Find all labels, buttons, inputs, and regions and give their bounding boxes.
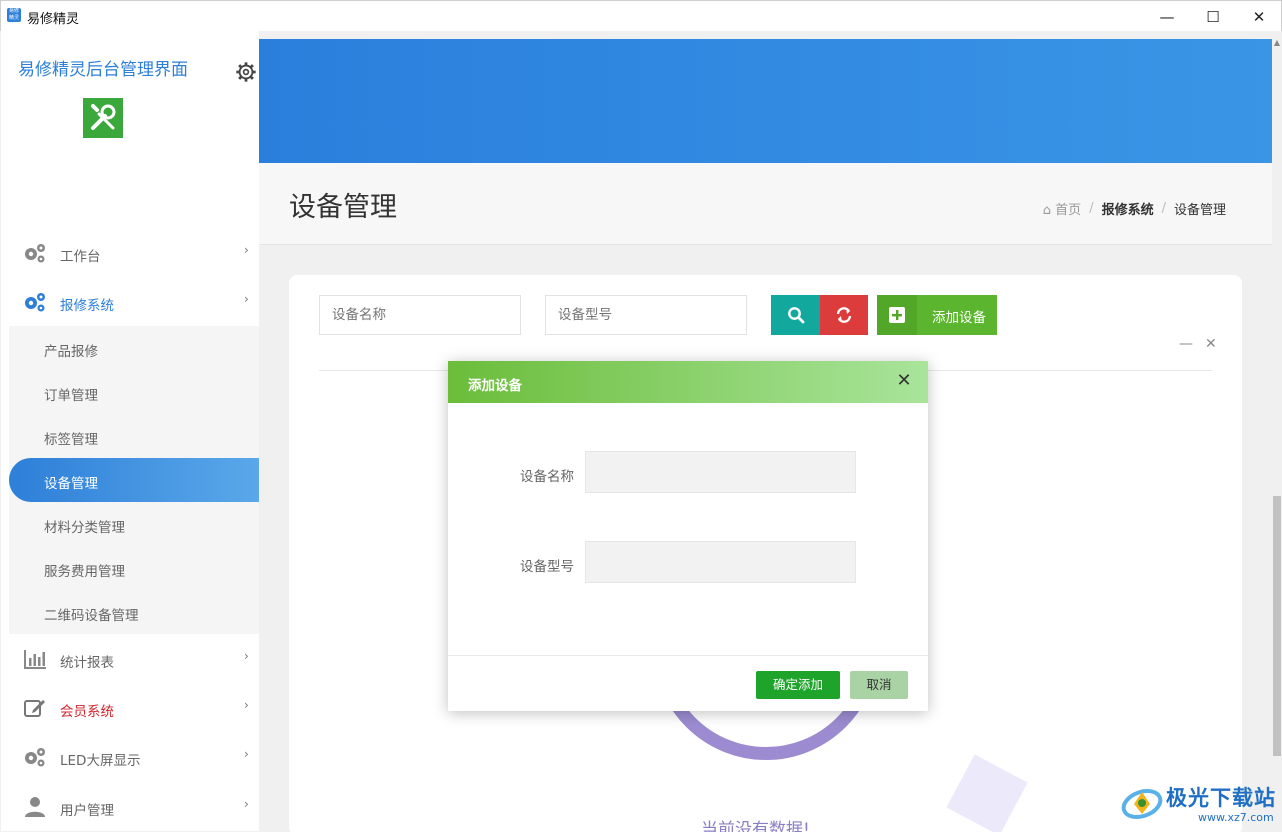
chevron-right-icon: ›: [244, 797, 249, 811]
watermark-logo-icon: [1121, 788, 1163, 820]
minimize-button[interactable]: —: [1144, 1, 1190, 32]
repair-submenu: 产品报修 订单管理 标签管理 设备管理 材料分类管理 服务费用管理 二维码设备管…: [9, 326, 259, 634]
plus-square-icon: [877, 295, 917, 335]
menu-item-label: LED大屏显示: [60, 753, 141, 769]
submenu-item-label: 订单管理: [44, 388, 98, 404]
app-logo-icon: 易修精灵: [7, 8, 21, 22]
close-dialog-icon[interactable]: ✕: [894, 371, 914, 391]
device-name-filter-input[interactable]: [319, 295, 521, 335]
breadcrumb-separator: /: [1161, 201, 1166, 216]
submenu-item-label: 设备管理: [44, 476, 98, 492]
dialog-header: 添加设备 ✕: [448, 361, 928, 403]
submenu-item-label: 产品报修: [44, 344, 98, 360]
submenu-item-label: 服务费用管理: [44, 564, 125, 580]
add-device-button[interactable]: 添加设备: [877, 295, 997, 335]
app-tools-logo: [83, 98, 123, 138]
edit-icon: [24, 700, 45, 717]
menu-item-member-system[interactable]: 会员系统 ›: [1, 686, 259, 730]
refresh-icon: [836, 307, 852, 323]
close-card-icon[interactable]: ✕: [1205, 336, 1217, 352]
submenu-item-order-management[interactable]: 订单管理: [9, 370, 259, 414]
breadcrumb-home-label: 首页: [1055, 203, 1082, 218]
submenu-item-label: 标签管理: [44, 432, 98, 448]
breadcrumb-parent[interactable]: 报修系统: [1102, 199, 1154, 218]
scrollbar-thumb[interactable]: [1273, 496, 1281, 756]
menu-item-label: 用户管理: [60, 803, 114, 819]
submenu-item-tag-management[interactable]: 标签管理: [9, 414, 259, 458]
card-tools: — ✕: [1179, 336, 1217, 352]
bar-chart-icon: [24, 650, 46, 669]
watermark-url: www.xz7.com: [1198, 811, 1274, 824]
chevron-right-icon: ›: [244, 747, 249, 761]
breadcrumb: ⌂ 首页 / 报修系统 / 设备管理: [1043, 199, 1226, 218]
submenu-item-device-management[interactable]: 设备管理: [9, 458, 259, 502]
submenu-item-service-fee[interactable]: 服务费用管理: [9, 546, 259, 590]
dialog-title: 添加设备: [468, 378, 522, 394]
search-button[interactable]: [771, 295, 820, 335]
header-banner: [259, 39, 1272, 163]
menu-item-led-display[interactable]: LED大屏显示 ›: [1, 735, 259, 779]
submenu-item-qrcode-device[interactable]: 二维码设备管理: [9, 590, 259, 634]
empty-state-text: 当前没有数据!: [701, 820, 810, 832]
scroll-up-arrow-icon[interactable]: ▲: [1272, 38, 1282, 50]
settings-gear-icon[interactable]: [235, 61, 257, 83]
menu-item-user-management[interactable]: 用户管理 ›: [1, 785, 259, 829]
chevron-right-icon: ›: [244, 649, 249, 663]
window-title: 易修精灵: [27, 12, 80, 27]
breadcrumb-separator: /: [1089, 201, 1094, 216]
menu-item-label: 统计报表: [60, 655, 114, 671]
device-name-field[interactable]: [585, 451, 856, 493]
menu-item-label: 报修系统: [60, 298, 114, 314]
page-header: 设备管理 ⌂ 首页 / 报修系统 / 设备管理: [259, 163, 1272, 245]
cancel-button[interactable]: 取消: [850, 671, 908, 699]
menu-item-workbench[interactable]: 工作台 ›: [1, 231, 259, 275]
watermark: 极光下载站 www.xz7.com: [1120, 778, 1280, 828]
gears-icon: [25, 748, 45, 767]
close-window-button[interactable]: ✕: [1236, 1, 1282, 32]
submenu-item-label: 二维码设备管理: [44, 608, 139, 624]
divider: [448, 655, 928, 656]
sidebar-title: 易修精灵后台管理界面: [18, 60, 188, 80]
search-icon: [787, 307, 804, 324]
submenu-item-material-category[interactable]: 材料分类管理: [9, 502, 259, 546]
gears-icon: [25, 293, 45, 312]
device-model-field[interactable]: [585, 541, 856, 583]
menu-item-label: 工作台: [60, 249, 101, 265]
chevron-right-icon: ›: [244, 243, 249, 257]
window-titlebar: 易修精灵 易修精灵 — ☐ ✕: [0, 0, 1282, 31]
maximize-button[interactable]: ☐: [1190, 1, 1236, 32]
breadcrumb-home[interactable]: ⌂ 首页: [1043, 199, 1081, 218]
menu-item-statistics[interactable]: 统计报表 ›: [1, 637, 259, 681]
device-name-label: 设备名称: [520, 469, 574, 485]
submenu-item-product-repair[interactable]: 产品报修: [9, 326, 259, 370]
refresh-button[interactable]: [820, 295, 868, 335]
watermark-text: 极光下载站: [1166, 786, 1276, 810]
home-icon: ⌂: [1042, 203, 1052, 218]
menu-item-label: 会员系统: [60, 704, 114, 720]
wrench-screwdriver-icon: [91, 104, 116, 130]
decorative-shape: [946, 754, 1028, 832]
breadcrumb-current: 设备管理: [1173, 203, 1226, 218]
submenu-item-label: 材料分类管理: [44, 520, 125, 536]
page-title: 设备管理: [289, 192, 397, 223]
menu-item-repair-system[interactable]: 报修系统 ›: [1, 280, 259, 324]
sidebar: 易修精灵后台管理界面 工作台 › 报修系统 › 产品报修 订单管理 标签管理 设…: [1, 31, 259, 831]
collapse-icon[interactable]: —: [1179, 336, 1193, 352]
add-device-dialog: 添加设备 ✕ 设备名称 设备型号 确定添加 取消: [448, 361, 928, 711]
add-device-label: 添加设备: [932, 310, 986, 326]
user-icon: [25, 797, 45, 817]
chevron-right-icon: ›: [244, 698, 249, 712]
device-model-label: 设备型号: [520, 559, 574, 575]
device-model-filter-input[interactable]: [545, 295, 747, 335]
confirm-add-button[interactable]: 确定添加: [756, 671, 840, 699]
chevron-right-icon: ›: [244, 292, 249, 306]
gears-icon: [25, 244, 45, 263]
